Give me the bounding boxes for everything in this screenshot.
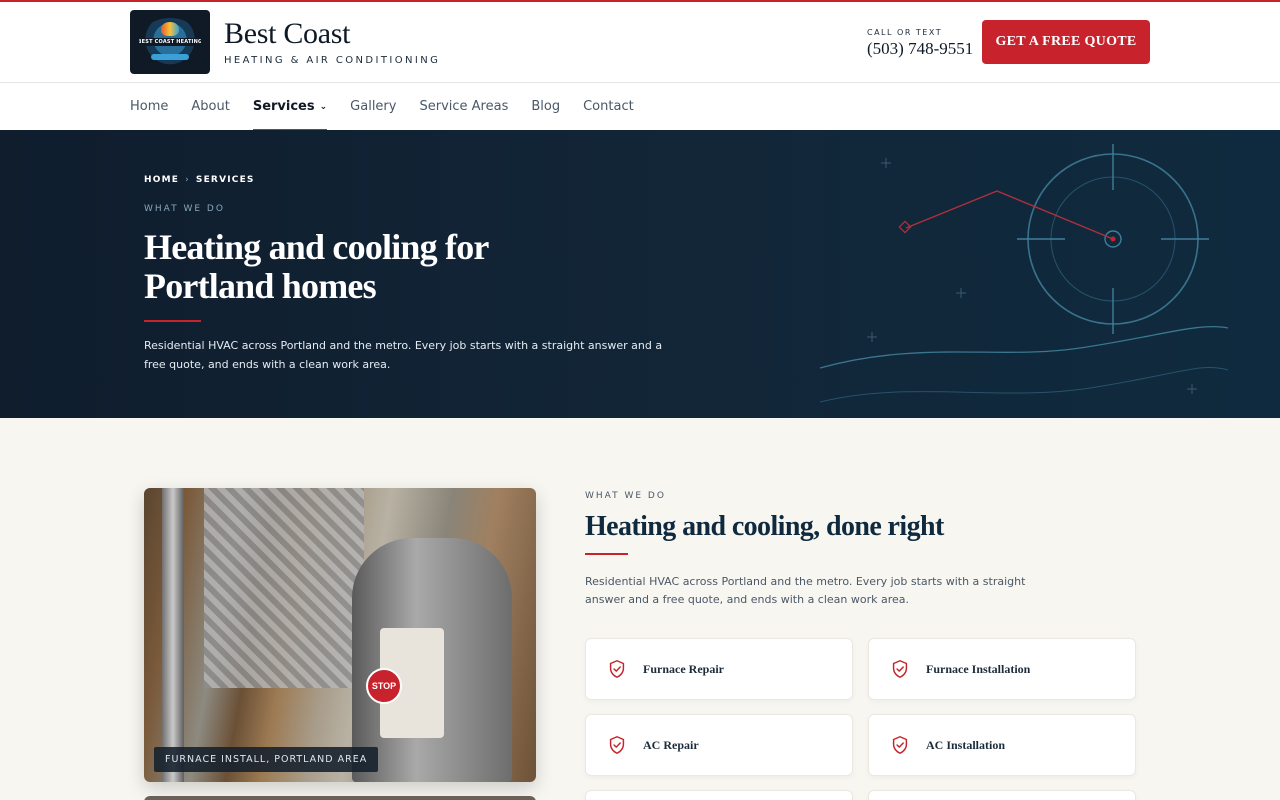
hero: HOME › SERVICES WHAT WE DO Heating and coo…	[0, 130, 1280, 418]
service-card-ac-installation[interactable]: AC Installation	[868, 714, 1136, 776]
brand[interactable]: Best Coast HEATING & AIR CONDITIONING	[224, 16, 441, 66]
chevron-down-icon: ⌄	[319, 101, 328, 112]
radar-illustration	[819, 144, 1229, 403]
brand-name: Best Coast	[224, 16, 351, 50]
nav-item-label: Home	[130, 99, 169, 114]
plus-mark	[1187, 384, 1197, 394]
site-header: BEST COAST HEATING Best Coast HEATING & …	[0, 2, 1280, 82]
breadcrumb-separator: ›	[185, 175, 190, 185]
nav-item-label: Gallery	[350, 99, 397, 114]
section-description: Residential HVAC across Portland and the…	[585, 575, 1026, 606]
logo-badge: BEST COAST HEATING	[139, 18, 201, 66]
call-block: CALL OR TEXT (503) 748-9551	[867, 28, 973, 59]
shield-check-icon	[609, 736, 625, 754]
phone-link[interactable]: (503) 748-9551	[867, 39, 973, 59]
shield-check-icon	[609, 660, 625, 678]
service-card-label: Furnace Installation	[926, 661, 1031, 676]
main-nav: Home About Services ⌄ Gallery Service Are…	[0, 82, 1280, 131]
free-quote-button[interactable]: GET A FREE QUOTE	[982, 20, 1150, 64]
logo[interactable]: BEST COAST HEATING	[130, 10, 210, 74]
services-section: STOP FURNACE INSTALL, PORTLAND AREA WHAT…	[0, 418, 1280, 800]
stop-sign-icon: STOP	[366, 668, 402, 704]
section-eyebrow: WHAT WE DO	[585, 491, 666, 501]
shield-check-icon	[892, 660, 908, 678]
nav-item-about[interactable]: About	[191, 83, 229, 131]
logo-text: BEST COAST HEATING	[139, 38, 201, 46]
nav-item-home[interactable]: Home	[130, 83, 168, 131]
nav-item-label: Services	[252, 99, 315, 114]
hero-description: Residential HVAC across Portland and the…	[144, 339, 663, 371]
service-card-label: Furnace Repair	[643, 661, 724, 676]
plus-mark	[867, 332, 877, 342]
service-card-label: AC Installation	[926, 737, 1006, 752]
hero-eyebrow: WHAT WE DO	[144, 204, 225, 214]
section-divider	[585, 553, 628, 555]
nav-item-label: Blog	[531, 99, 561, 114]
nav-item-service-areas[interactable]: Service Areas	[419, 83, 508, 131]
shield-check-icon	[892, 736, 908, 754]
breadcrumb-home[interactable]: HOME	[144, 175, 179, 185]
photo-pipe	[162, 488, 184, 782]
nav-item-services[interactable]: Services ⌄	[252, 83, 328, 131]
breadcrumb: HOME › SERVICES	[144, 175, 255, 185]
plus-mark	[881, 158, 891, 168]
photo-caption: FURNACE INSTALL, PORTLAND AREA	[154, 747, 379, 772]
section-title: Heating and cooling, done right	[585, 511, 944, 542]
call-label: CALL OR TEXT	[867, 28, 943, 37]
service-card-partial[interactable]	[585, 790, 853, 800]
service-card-partial[interactable]	[868, 790, 1136, 800]
wave-line	[819, 325, 1229, 369]
plus-mark	[956, 288, 966, 298]
nav-item-label: Contact	[583, 99, 634, 114]
nav-item-blog[interactable]: Blog	[531, 83, 560, 131]
flame-icon	[161, 22, 179, 36]
second-photo	[144, 796, 536, 800]
nav-item-label: Service Areas	[419, 99, 509, 114]
service-card-furnace-installation[interactable]: Furnace Installation	[868, 638, 1136, 700]
service-card-label: AC Repair	[643, 737, 699, 752]
breadcrumb-current: SERVICES	[195, 175, 255, 185]
brand-tagline: HEATING & AIR CONDITIONING	[224, 54, 441, 66]
photo-duct	[204, 488, 364, 688]
service-card-furnace-repair[interactable]: Furnace Repair	[585, 638, 853, 700]
wave-line	[819, 366, 1229, 403]
hero-divider	[144, 320, 201, 322]
wave-icon	[151, 54, 189, 60]
nav-item-gallery[interactable]: Gallery	[350, 83, 396, 131]
page-title: Heating and cooling for Portland homes	[144, 227, 489, 306]
signal-path	[905, 190, 1114, 240]
nav-item-label: About	[191, 99, 230, 114]
service-card-ac-repair[interactable]: AC Repair	[585, 714, 853, 776]
furnace-photo: STOP FURNACE INSTALL, PORTLAND AREA	[144, 488, 536, 782]
nav-item-contact[interactable]: Contact	[583, 83, 634, 131]
